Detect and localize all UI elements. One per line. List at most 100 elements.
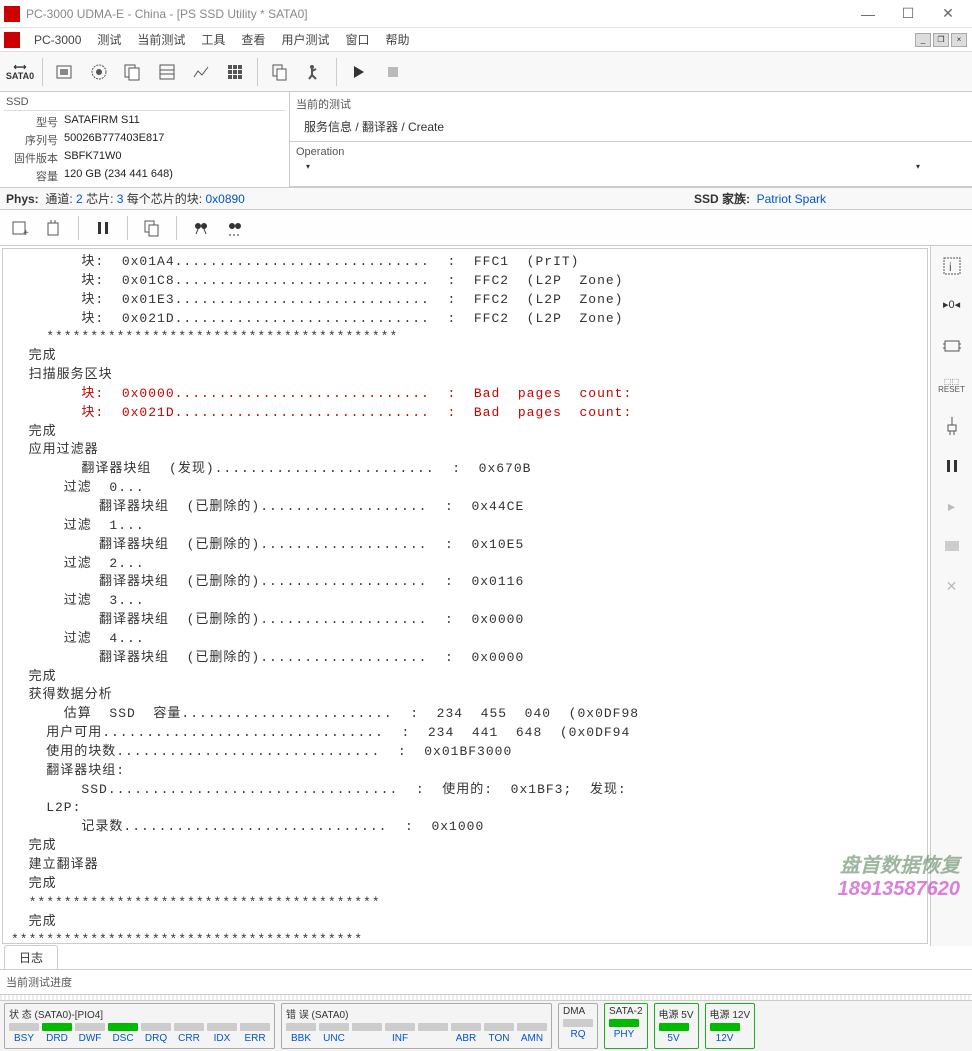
tool-btn-grid[interactable] (219, 56, 251, 88)
side-connector-icon[interactable] (938, 412, 966, 440)
svg-text:+: + (23, 228, 29, 238)
find-next-button[interactable] (221, 214, 249, 242)
status-group: 状 态 (SATA0)-[PIO4]BSYDRDDWFDSCDRQCRRIDXE… (4, 1003, 275, 1049)
status-led (75, 1023, 105, 1031)
maximize-button[interactable]: ☐ (888, 1, 928, 27)
status-label: AMN (521, 1033, 543, 1044)
tool-btn-3[interactable] (117, 56, 149, 88)
status-bar: 状 态 (SATA0)-[PIO4]BSYDRDDWFDSCDRQCRRIDXE… (0, 1001, 972, 1051)
side-pause-icon[interactable] (938, 452, 966, 480)
status-group-title: 错 误 (SATA0) (286, 1006, 547, 1021)
log-line: 过滤 0... (11, 479, 919, 498)
status-led (207, 1023, 237, 1031)
status-led (352, 1023, 382, 1031)
status-group: SATA-2 PHY (604, 1003, 648, 1049)
tool-btn-2[interactable] (83, 56, 115, 88)
status-label: DRQ (145, 1033, 167, 1044)
status-group-title: 电源 5V (659, 1006, 694, 1021)
info-row: SSD 型号SATAFIRM S11序列号50026B777403E817固件版… (0, 92, 972, 188)
status-group-title: SATA-2 (609, 1006, 643, 1017)
pause-button[interactable] (89, 214, 117, 242)
status-led (174, 1023, 204, 1031)
main-toolbar: ⟷SATA0 (0, 52, 972, 92)
status-led (484, 1023, 514, 1031)
status-label: DSC (112, 1033, 133, 1044)
find-button[interactable] (187, 214, 215, 242)
log-line: 翻译器块组 (已删除的)................... : 0x0000 (11, 649, 919, 668)
ssd-panel-title: SSD (4, 94, 285, 111)
mdi-close[interactable]: × (951, 33, 967, 47)
status-led (240, 1023, 270, 1031)
operation-dropdown[interactable]: ▾ ▾ (296, 160, 966, 173)
log-line: 使用的块数.............................. : 0x… (11, 743, 919, 762)
ssd-info-row: 序列号50026B777403E817 (4, 131, 285, 149)
status-group-title: DMA (563, 1006, 593, 1017)
log-output[interactable]: 块: 0x01A4............................. :… (2, 248, 928, 944)
play-button[interactable] (343, 56, 375, 88)
status-label: DWF (79, 1033, 102, 1044)
sata-port-button[interactable]: ⟷SATA0 (4, 56, 36, 88)
tool-btn-1[interactable] (49, 56, 81, 88)
tool-btn-4[interactable] (151, 56, 183, 88)
sub-tool-2[interactable] (40, 214, 68, 242)
log-line: 块: 0x01A4............................. :… (11, 253, 919, 272)
side-info-icon[interactable]: i (938, 252, 966, 280)
menu-user-test[interactable]: 用户测试 (273, 28, 337, 51)
status-label: BBK (291, 1033, 311, 1044)
side-reset-button[interactable]: ⬚⬚RESET (938, 372, 966, 400)
info-label: 序列号 (4, 132, 64, 148)
log-line: 块: 0x021D............................. :… (11, 404, 919, 423)
menu-tools[interactable]: 工具 (193, 28, 233, 51)
log-tab[interactable]: 日志 (4, 945, 58, 969)
main-area: 块: 0x01A4............................. :… (0, 246, 972, 946)
window-title: PC-3000 UDMA-E - China - [PS SSD Utility… (26, 7, 848, 21)
status-led (286, 1023, 316, 1031)
menu-test[interactable]: 测试 (89, 28, 129, 51)
phys-bar: Phys: 通道: 2 芯片: 3 每个芯片的块: 0x0890 SSD 家族:… (0, 188, 972, 210)
copy-button[interactable] (138, 214, 166, 242)
status-led (710, 1023, 740, 1031)
menu-help[interactable]: 帮助 (377, 28, 417, 51)
tool-btn-run-person[interactable] (298, 56, 330, 88)
minimize-button[interactable]: — (848, 1, 888, 27)
status-label: 12V (716, 1033, 734, 1044)
log-line: 建立翻译器 (11, 856, 919, 875)
sub-tool-1[interactable]: + (6, 214, 34, 242)
status-indicator: RQ (563, 1019, 593, 1040)
log-line: **************************************** (11, 894, 919, 913)
right-sidebar: i ▸0◂ ⬚⬚RESET ▸ ✕ (930, 246, 972, 946)
log-line: 过滤 4... (11, 630, 919, 649)
status-label: PHY (614, 1029, 635, 1040)
side-tools-disabled: ✕ (938, 572, 966, 600)
tool-btn-5[interactable] (185, 56, 217, 88)
log-line: 过滤 2... (11, 555, 919, 574)
phys-label: Phys: (6, 192, 39, 206)
menu-window[interactable]: 窗口 (337, 28, 377, 51)
side-play-disabled: ▸ (938, 492, 966, 520)
tool-btn-copy[interactable] (264, 56, 296, 88)
status-group-title: 状 态 (SATA0)-[PIO4] (9, 1006, 270, 1021)
stop-button[interactable] (377, 56, 409, 88)
close-button[interactable]: ✕ (928, 1, 968, 27)
svg-text:i: i (949, 260, 952, 274)
mdi-minimize[interactable]: _ (915, 33, 931, 47)
status-led (563, 1019, 593, 1027)
side-chip-icon[interactable] (938, 332, 966, 360)
status-label: IDX (214, 1033, 231, 1044)
info-value: SATAFIRM S11 (64, 114, 140, 130)
log-line: 完成 (11, 347, 919, 366)
log-line: 获得数据分析 (11, 686, 919, 705)
mdi-restore[interactable]: ❐ (933, 33, 949, 47)
side-reset-icon[interactable]: ▸0◂ (938, 292, 966, 320)
menu-current-test[interactable]: 当前测试 (129, 28, 193, 51)
status-led (42, 1023, 72, 1031)
log-line: 完成 (11, 913, 919, 932)
log-line: 翻译器块组 (已删除的)................... : 0x0116 (11, 573, 919, 592)
status-led (451, 1023, 481, 1031)
status-led (418, 1023, 448, 1031)
chevron-down-icon: ▾ (306, 162, 310, 171)
menu-view[interactable]: 查看 (233, 28, 273, 51)
menu-app[interactable]: PC-3000 (26, 30, 89, 50)
status-label: INF (392, 1033, 408, 1044)
ssd-info-row: 容量120 GB (234 441 648) (4, 167, 285, 185)
